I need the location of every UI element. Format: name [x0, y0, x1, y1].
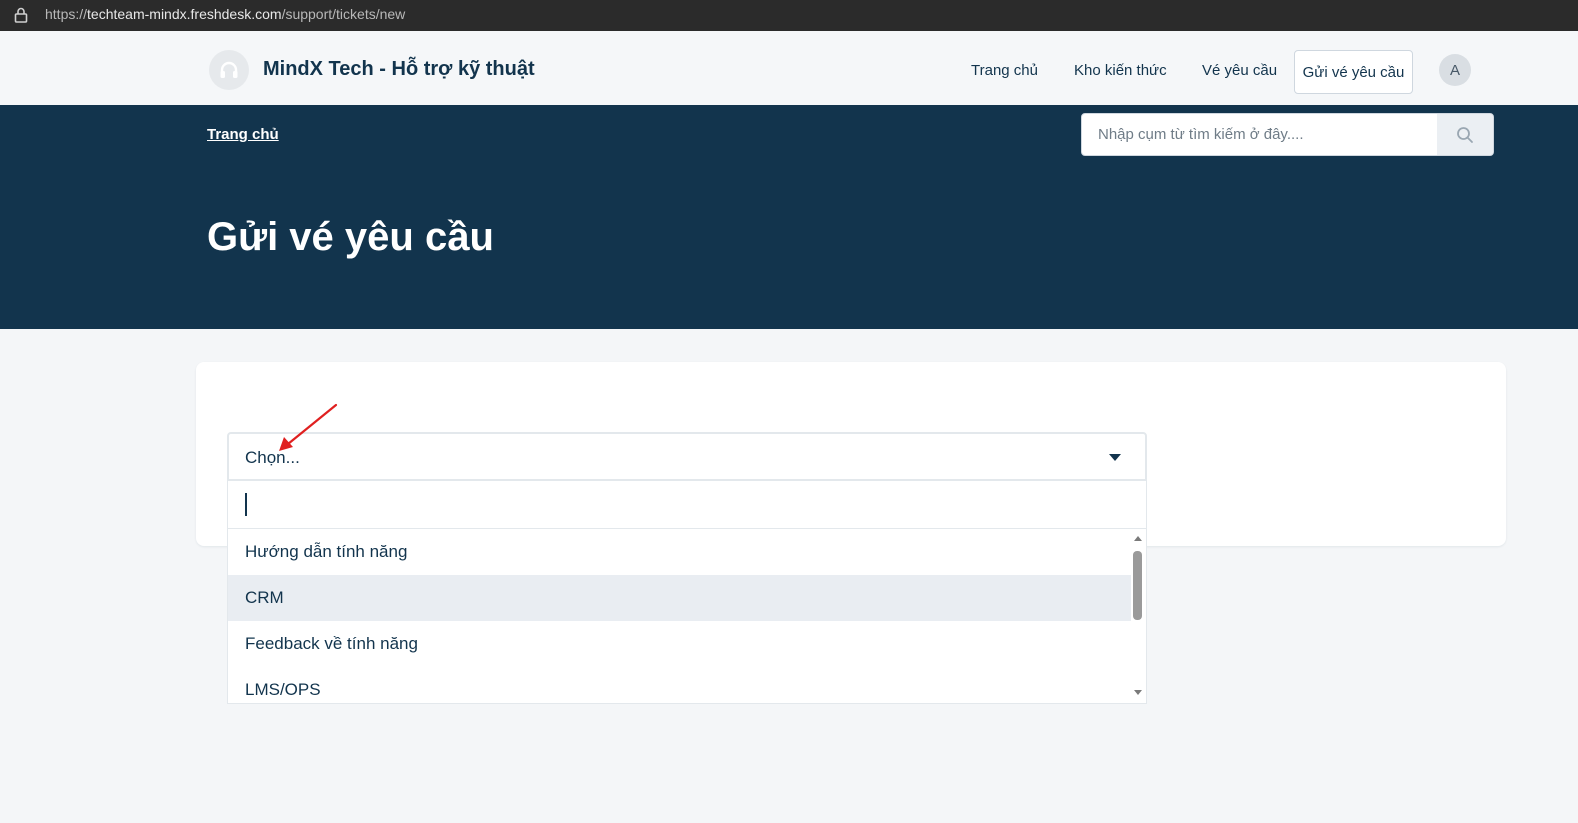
- category-select[interactable]: Chọn...: [227, 432, 1147, 481]
- dropdown-options: Hướng dẫn tính năng CRM Feedback về tính…: [228, 529, 1131, 703]
- nav-knowledge-base[interactable]: Kho kiến thức: [1074, 62, 1167, 79]
- search-box: [1081, 113, 1494, 156]
- dropdown-search-input[interactable]: [228, 481, 1146, 528]
- brand-title[interactable]: MindX Tech - Hỗ trợ kỹ thuật: [263, 58, 535, 81]
- headset-icon[interactable]: [209, 50, 249, 90]
- dropdown-search: [228, 481, 1146, 529]
- scroll-thumb[interactable]: [1133, 551, 1142, 620]
- scroll-down-icon[interactable]: [1134, 690, 1142, 695]
- breadcrumb-home[interactable]: Trang chủ: [207, 126, 279, 143]
- dropdown-option[interactable]: Hướng dẫn tính năng: [228, 529, 1131, 575]
- lock-icon: [14, 7, 28, 23]
- search-input[interactable]: [1082, 114, 1438, 155]
- submit-ticket-button[interactable]: Gửi vé yêu cầu: [1294, 50, 1413, 94]
- headset-icon-glyph: [220, 61, 238, 78]
- url-scheme: https://: [45, 6, 88, 22]
- dropdown-option-highlighted[interactable]: CRM: [228, 575, 1131, 621]
- search-button[interactable]: [1437, 114, 1493, 155]
- text-cursor: [245, 493, 247, 516]
- site-header: MindX Tech - Hỗ trợ kỹ thuật Trang chủ K…: [0, 31, 1578, 105]
- nav-tickets[interactable]: Vé yêu cầu: [1202, 62, 1277, 79]
- url-path: /support/tickets/new: [281, 6, 406, 22]
- avatar[interactable]: A: [1439, 54, 1471, 86]
- category-dropdown: Hướng dẫn tính năng CRM Feedback về tính…: [227, 481, 1147, 704]
- dropdown-option[interactable]: LMS/OPS: [228, 667, 1131, 703]
- dropdown-option[interactable]: Feedback về tính năng: [228, 621, 1131, 667]
- url-domain: techteam-mindx.freshdesk.com: [87, 6, 282, 22]
- url-text[interactable]: https://techteam-mindx.freshdesk.com/sup…: [45, 6, 405, 22]
- search-icon: [1457, 126, 1473, 143]
- browser-address-bar[interactable]: https://techteam-mindx.freshdesk.com/sup…: [0, 0, 1578, 31]
- caret-down-icon: [1109, 454, 1121, 461]
- hero-banner: Trang chủ Gửi vé yêu cầu: [0, 105, 1578, 329]
- nav-home[interactable]: Trang chủ: [971, 62, 1038, 79]
- dropdown-scrollbar[interactable]: [1131, 531, 1146, 703]
- scroll-up-icon[interactable]: [1134, 536, 1142, 541]
- select-value: Chọn...: [245, 448, 300, 467]
- page-title: Gửi vé yêu cầu: [207, 215, 494, 259]
